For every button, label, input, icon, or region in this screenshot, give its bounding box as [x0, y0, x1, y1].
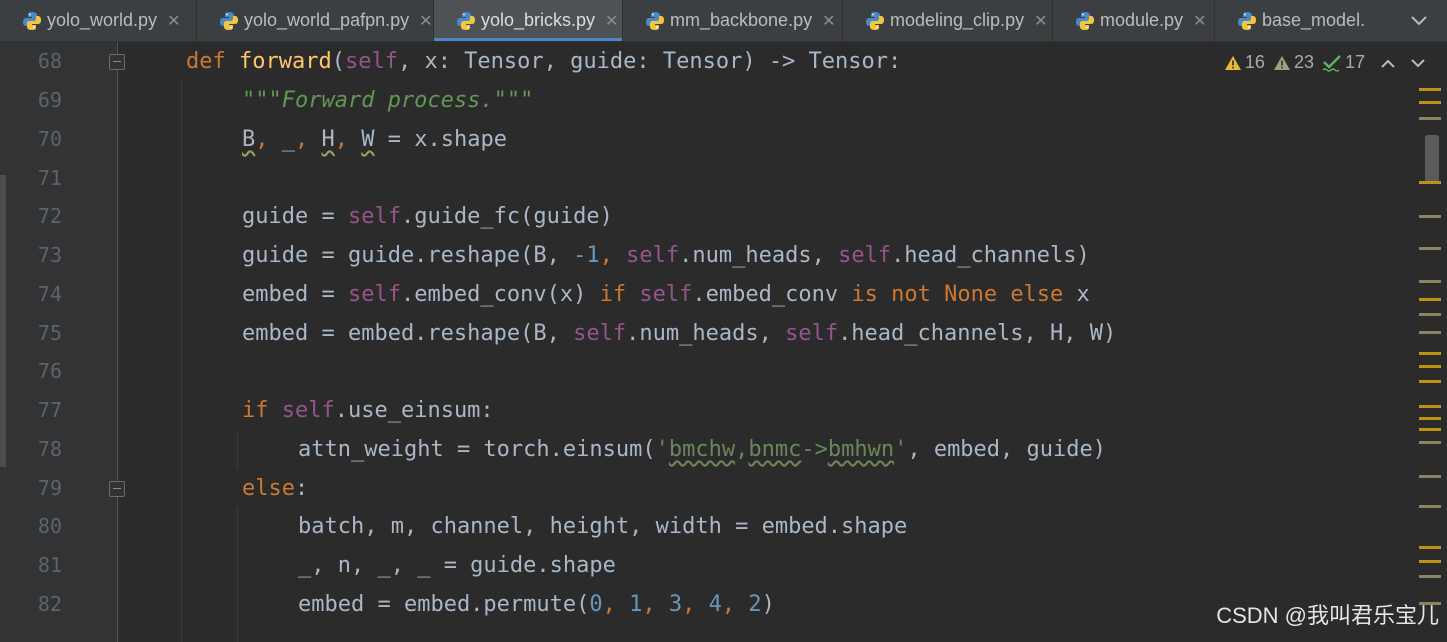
code-line-70[interactable]: B, _, H, W = x.shape	[242, 120, 507, 159]
chevron-down-icon[interactable]	[1391, 0, 1447, 41]
error-stripe-marker[interactable]	[1419, 280, 1441, 283]
python-file-icon	[1076, 11, 1094, 30]
error-stripe-marker[interactable]	[1419, 505, 1441, 508]
indent-guide	[181, 81, 182, 642]
tab-label: yolo_bricks.py	[481, 10, 596, 30]
code-line-79[interactable]: else:	[242, 469, 308, 508]
gutter-separator	[117, 42, 118, 642]
error-stripe-marker[interactable]	[1419, 441, 1441, 444]
code-line-74[interactable]: embed = self.embed_conv(x) if self.embed…	[242, 275, 1090, 314]
indent-guide	[237, 507, 238, 642]
tab-yolo-world-pafpn[interactable]: yolo_world_pafpn.py ✕	[197, 0, 434, 41]
fold-marker-icon[interactable]	[109, 481, 125, 497]
code-line-80[interactable]: batch, m, channel, height, width = embed…	[298, 507, 907, 546]
code-line-78[interactable]: attn_weight = torch.einsum('bmchw,bnmc->…	[298, 430, 1106, 469]
tab-label: mm_backbone.py	[670, 10, 813, 30]
tab-yolo-world[interactable]: yolo_world.py ✕	[0, 0, 197, 41]
error-stripe-marker[interactable]	[1419, 475, 1441, 478]
code-line-68[interactable]: def forward(self, x: Tensor, guide: Tens…	[186, 42, 901, 81]
error-stripe-marker[interactable]	[1419, 417, 1441, 420]
error-stripe-marker[interactable]	[1419, 546, 1441, 549]
close-icon[interactable]: ✕	[822, 11, 835, 31]
tab-yolo-bricks[interactable]: yolo_bricks.py ✕	[434, 0, 623, 41]
python-file-icon	[866, 11, 884, 30]
code-line-72[interactable]: guide = self.guide_fc(guide)	[242, 197, 613, 236]
line-number: 75	[37, 321, 62, 345]
error-stripe-marker[interactable]	[1419, 313, 1441, 316]
error-stripe-marker[interactable]	[1419, 352, 1441, 355]
close-icon[interactable]: ✕	[167, 11, 180, 31]
error-stripe-marker[interactable]	[1419, 575, 1441, 578]
error-stripe-marker[interactable]	[1419, 215, 1441, 218]
chevron-down-icon[interactable]	[1411, 52, 1425, 73]
python-file-icon	[220, 11, 238, 30]
error-stripe-marker[interactable]	[1419, 365, 1441, 368]
watermark: CSDN @我叫君乐宝儿	[1216, 603, 1439, 628]
line-number: 74	[37, 282, 62, 306]
python-file-icon	[1238, 11, 1256, 30]
close-icon[interactable]: ✕	[1034, 11, 1047, 31]
typos-indicator[interactable]: 17	[1322, 52, 1365, 73]
code-line-69[interactable]: """Forward process."""	[242, 81, 533, 120]
python-file-icon	[646, 11, 664, 30]
editor-tab-bar: yolo_world.py ✕ yolo_world_pafpn.py ✕ yo…	[0, 0, 1447, 42]
tab-label: modeling_clip.py	[890, 10, 1025, 30]
tab-label: yolo_world_pafpn.py	[244, 10, 410, 30]
error-stripe-marker[interactable]	[1419, 560, 1441, 563]
tab-base-model[interactable]: base_model.	[1215, 0, 1370, 41]
line-number: 71	[37, 166, 62, 190]
fold-marker-icon[interactable]	[109, 54, 125, 70]
close-icon[interactable]: ✕	[605, 11, 618, 31]
error-stripe-marker[interactable]	[1419, 428, 1441, 431]
error-stripe-marker[interactable]	[1419, 405, 1441, 408]
error-stripe-marker[interactable]	[1419, 117, 1441, 120]
tab-modeling-clip[interactable]: modeling_clip.py ✕	[843, 0, 1053, 41]
typo-check-icon	[1322, 54, 1341, 72]
tab-mm-backbone[interactable]: mm_backbone.py ✕	[623, 0, 843, 41]
code-line-75[interactable]: embed = embed.reshape(B, self.num_heads,…	[242, 314, 1116, 353]
python-file-icon	[457, 11, 475, 30]
weak-warnings-indicator[interactable]: 23	[1273, 52, 1314, 73]
tab-module[interactable]: module.py ✕	[1053, 0, 1215, 41]
line-number: 76	[37, 359, 62, 383]
close-icon[interactable]: ✕	[1193, 11, 1206, 31]
line-number: 69	[37, 88, 62, 112]
error-stripe-marker[interactable]	[1419, 331, 1441, 334]
line-number: 72	[37, 204, 62, 228]
warning-icon	[1224, 55, 1241, 70]
line-number: 70	[37, 127, 62, 151]
warnings-indicator[interactable]: 16	[1224, 52, 1265, 73]
inspection-widget[interactable]: 16 23 17	[1224, 52, 1425, 73]
chevron-up-icon[interactable]	[1381, 52, 1395, 73]
line-number: 78	[37, 437, 62, 461]
error-stripe-marker[interactable]	[1419, 101, 1441, 104]
line-number: 82	[37, 592, 62, 616]
error-stripe-marker[interactable]	[1419, 88, 1441, 91]
tab-label: module.py	[1100, 10, 1184, 30]
error-stripe-marker[interactable]	[1419, 181, 1441, 184]
line-number: 77	[37, 398, 62, 422]
weak-warning-icon	[1273, 55, 1290, 70]
close-icon[interactable]: ✕	[419, 11, 432, 31]
vertical-scrollbar-thumb[interactable]	[1425, 135, 1439, 183]
tab-label: yolo_world.py	[47, 10, 158, 30]
code-line-81[interactable]: _, n, _, _ = guide.shape	[298, 546, 616, 585]
error-stripe-marker[interactable]	[1419, 380, 1441, 383]
indent-guide	[237, 430, 238, 469]
line-number: 68	[37, 49, 62, 73]
line-number: 81	[37, 553, 62, 577]
error-stripe-marker[interactable]	[1419, 298, 1441, 301]
code-line-77[interactable]: if self.use_einsum:	[242, 391, 494, 430]
tab-label: base_model.	[1262, 10, 1366, 30]
line-number: 73	[37, 243, 62, 267]
line-number: 79	[37, 476, 62, 500]
error-stripe-marker[interactable]	[1419, 247, 1441, 250]
code-line-82[interactable]: embed = embed.permute(0, 1, 3, 4, 2)	[298, 585, 775, 624]
python-file-icon	[23, 11, 41, 30]
line-number: 80	[37, 514, 62, 538]
code-line-73[interactable]: guide = guide.reshape(B, -1, self.num_he…	[242, 236, 1090, 275]
